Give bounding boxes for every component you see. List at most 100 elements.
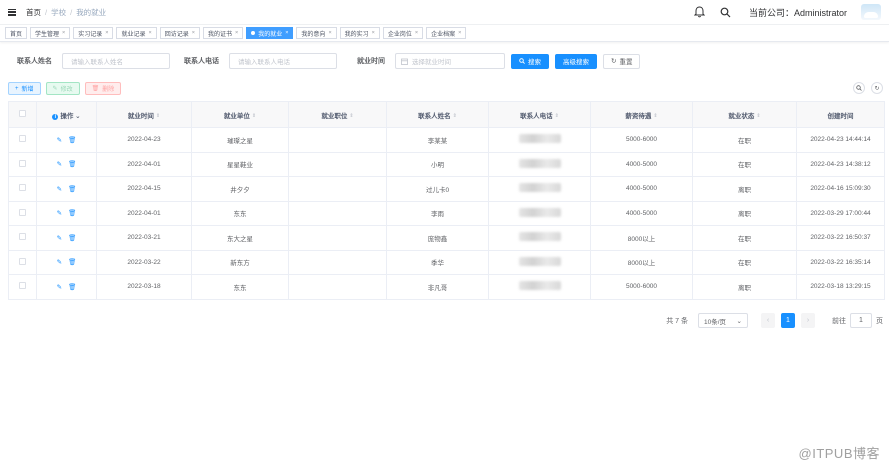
sort-icon[interactable]: ⇕ [252, 113, 256, 119]
edit-icon[interactable]: ✎ [57, 185, 62, 193]
advanced-search-button[interactable]: 高级搜索 [555, 53, 597, 69]
contact-name-input[interactable]: 请输入联系人姓名 [62, 53, 170, 69]
edit-icon[interactable]: ✎ [57, 258, 62, 266]
employment-time-picker[interactable]: 选择就业时间 [395, 53, 505, 69]
tab-my-employment[interactable]: 我的就业 × [246, 27, 294, 39]
tab-internship-records[interactable]: 实习记录 × [73, 27, 114, 39]
column-header[interactable]: 就业状态 ⇕ [692, 101, 797, 128]
row-checkbox[interactable] [8, 274, 37, 300]
row-actions: ✎ 🗑 [36, 225, 97, 251]
column-header[interactable]: 联系人姓名 ⇕ [386, 101, 489, 128]
blurred-phone [518, 281, 561, 291]
goto-page-input[interactable]: 1 [850, 313, 872, 328]
edit-icon[interactable]: ✎ [57, 234, 62, 242]
employment-status-cell: 在职 [692, 225, 797, 251]
row-checkbox[interactable] [8, 249, 37, 275]
close-icon[interactable]: × [192, 30, 195, 36]
close-icon[interactable]: × [105, 30, 108, 36]
table-row[interactable]: ✎ 🗑 2022-03-22 新东方 季华 8000以上 在职 2022-03-22 16:3… [8, 249, 885, 275]
table-row[interactable]: ✎ 🗑 2022-04-23 璀璨之星 李某某 5000-6000 在职 2022-04-23… [8, 127, 885, 153]
contact-phone-cell [488, 200, 591, 226]
table-row[interactable]: ✎ 🗑 2022-03-18 东东 非凡哥 5000-6000 离职 2022-03-18 1… [8, 274, 885, 300]
close-icon[interactable]: × [235, 30, 238, 36]
reset-button[interactable]: ↻ 重置 [603, 53, 641, 69]
trash-icon[interactable]: 🗑 [68, 209, 76, 217]
row-checkbox[interactable] [8, 176, 37, 202]
column-header[interactable]: 联系人电话 ⇕ [488, 101, 591, 128]
column-header[interactable]: 就业职位 ⇕ [288, 101, 387, 128]
search-toggle-icon[interactable] [853, 82, 865, 94]
table-row[interactable]: ✎ 🗑 2022-03-21 东大之星 庞物鑫 8000以上 在职 2022-03-22 16… [8, 225, 885, 251]
row-checkbox[interactable] [8, 200, 37, 226]
search-button[interactable]: 搜索 [511, 53, 549, 69]
column-header[interactable]: i 操作 ⌄ [36, 101, 97, 128]
close-icon[interactable]: × [328, 30, 331, 36]
tab-my-intentions[interactable]: 我的意向 × [296, 27, 337, 39]
sort-icon[interactable]: ⇕ [756, 113, 760, 119]
trash-icon[interactable]: 🗑 [68, 185, 76, 193]
close-icon[interactable]: × [372, 30, 375, 36]
created-time-cell: 2022-03-22 16:35:14 [796, 249, 885, 275]
table-row[interactable]: ✎ 🗑 2022-04-15 井夕夕 过儿卡0 4000-5000 离职 2022-04-16… [8, 176, 885, 202]
page-size-select[interactable]: 10条/页 ⌄ [698, 313, 748, 328]
sort-icon[interactable]: ⇕ [349, 113, 353, 119]
delete-button[interactable]: 🗑 删除 [84, 82, 122, 95]
close-icon[interactable]: × [149, 30, 152, 36]
salary-cell: 8000以上 [590, 225, 693, 251]
table-row[interactable]: ✎ 🗑 2022-04-01 东东 李雨 4000-5000 离职 2022-03-29 17… [8, 200, 885, 226]
next-page-button[interactable]: › [801, 313, 815, 328]
sort-icon[interactable]: ⇕ [653, 113, 657, 119]
sort-icon[interactable]: ⇕ [156, 113, 160, 119]
created-time-cell: 2022-04-16 15:09:30 [796, 176, 885, 202]
edit-icon[interactable]: ✎ [57, 209, 62, 217]
trash-icon[interactable]: 🗑 [68, 136, 76, 144]
tab-visit-records[interactable]: 回访记录 × [159, 27, 200, 39]
sort-icon[interactable]: ⇕ [453, 113, 457, 119]
tab-my-certificates[interactable]: 我的证书 × [202, 27, 244, 39]
contact-phone-input[interactable]: 请输入联系人电话 [229, 53, 337, 69]
column-header[interactable]: 就业单位 ⇕ [191, 101, 289, 128]
column-header[interactable]: 就业时间 ⇕ [96, 101, 192, 128]
page-number[interactable]: 1 [781, 313, 795, 328]
close-icon[interactable]: × [458, 30, 461, 36]
edit-icon[interactable]: ✎ [57, 160, 62, 168]
row-checkbox[interactable] [8, 127, 37, 153]
blurred-phone [518, 158, 561, 168]
search-icon[interactable] [719, 5, 733, 19]
sort-icon[interactable]: ⇕ [555, 113, 559, 119]
add-button[interactable]: + 新增 [8, 82, 41, 95]
row-actions: ✎ 🗑 [36, 127, 97, 153]
close-icon[interactable]: × [62, 30, 65, 36]
trash-icon[interactable]: 🗑 [68, 234, 76, 242]
tab-company-positions[interactable]: 企业岗位 × [382, 27, 424, 39]
tab-student-management[interactable]: 学生管理 × [30, 27, 71, 39]
trash-icon[interactable]: 🗑 [68, 160, 76, 168]
breadcrumb-home[interactable]: 首页 [26, 7, 41, 18]
hamburger-icon[interactable] [8, 8, 16, 16]
close-icon[interactable]: × [415, 30, 418, 36]
bell-icon[interactable] [693, 5, 707, 19]
tab-home[interactable]: 首页 [5, 27, 28, 39]
breadcrumb-school[interactable]: 学校 [51, 7, 66, 18]
trash-icon[interactable]: 🗑 [68, 258, 76, 266]
close-icon[interactable]: × [285, 30, 288, 36]
edit-button[interactable]: ✎ 修改 [45, 82, 80, 95]
select-all-checkbox[interactable] [8, 101, 37, 128]
trash-icon[interactable]: 🗑 [68, 283, 76, 291]
prev-page-button[interactable]: ‹ [761, 313, 775, 328]
tab-company-archives[interactable]: 企业档案 × [426, 27, 467, 39]
edit-icon[interactable]: ✎ [57, 136, 62, 144]
avatar[interactable] [861, 4, 881, 20]
search-form: 联系人姓名 请输入联系人姓名 联系人电话 请输入联系人电话 就业时间 选择就业时… [17, 53, 641, 69]
tab-my-internship[interactable]: 我的实习 × [339, 27, 380, 39]
refresh-icon[interactable]: ↻ [871, 82, 883, 94]
edit-icon[interactable]: ✎ [57, 283, 62, 291]
contact-phone-cell [488, 127, 591, 153]
row-checkbox[interactable] [8, 151, 37, 177]
row-checkbox[interactable] [8, 225, 37, 251]
breadcrumb: 首页 / 学校 / 我的就业 [26, 7, 107, 18]
created-time-cell: 2022-03-22 16:50:37 [796, 225, 885, 251]
column-header[interactable]: 薪资待遇 ⇕ [590, 101, 693, 128]
table-row[interactable]: ✎ 🗑 2022-04-01 星星鞋业 小明 4000-5000 在职 2022-04-23 … [8, 151, 885, 177]
tab-employment-records[interactable]: 就业记录 × [116, 27, 157, 39]
